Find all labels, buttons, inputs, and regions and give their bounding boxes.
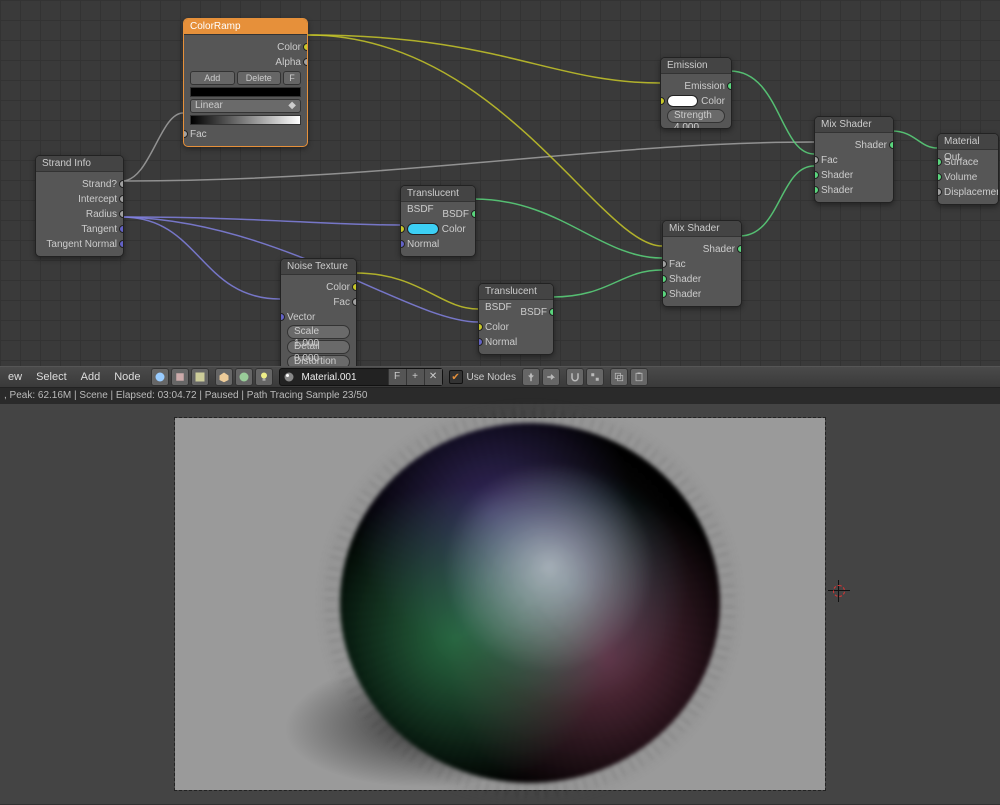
- socket-label: Normal: [485, 337, 517, 348]
- image-editor-viewport[interactable]: [0, 404, 1000, 804]
- material-selector[interactable]: F + ✕: [279, 368, 443, 386]
- 2d-cursor-icon[interactable]: [828, 580, 850, 602]
- ramp-gradient-editor[interactable]: [190, 115, 301, 125]
- object-data-icon[interactable]: [215, 368, 233, 386]
- node-title: Mix Shader: [663, 221, 741, 237]
- ramp-flip-button[interactable]: F: [283, 71, 301, 85]
- socket-label: BSDF: [520, 307, 547, 318]
- socket-label: Fac: [333, 297, 350, 308]
- socket-label: Vector: [287, 312, 315, 323]
- socket-label: Displacement: [944, 187, 999, 198]
- node-translucent-bsdf-1[interactable]: Translucent BSDF BSDF Color Normal: [400, 185, 476, 257]
- ramp-gradient-preview[interactable]: [190, 87, 301, 97]
- ramp-delete-button[interactable]: Delete: [237, 71, 282, 85]
- socket-label: Color: [277, 42, 301, 53]
- paste-nodes-icon[interactable]: [630, 368, 648, 386]
- color-swatch[interactable]: [667, 95, 698, 107]
- socket-label: Strand?: [82, 179, 117, 190]
- socket-label: Shader: [669, 289, 701, 300]
- socket-label: Alpha: [275, 57, 301, 68]
- snap-type-icon[interactable]: [586, 368, 604, 386]
- shader-tree-icon[interactable]: [151, 368, 169, 386]
- socket-label: Surface: [944, 157, 978, 168]
- socket-label: BSDF: [442, 209, 469, 220]
- node-material-output[interactable]: Material Out Surface Volume Displacement: [937, 133, 999, 205]
- socket-label: Normal: [407, 239, 439, 250]
- node-title: Material Out: [938, 134, 998, 150]
- render-result: [175, 418, 825, 790]
- node-title: Noise Texture: [281, 259, 356, 275]
- ramp-interpolation-dropdown[interactable]: Linear◆: [190, 99, 301, 113]
- texture-tree-icon[interactable]: [191, 368, 209, 386]
- node-editor-header: ew Select Add Node F + ✕ ✔ Use Nodes: [0, 366, 1000, 388]
- menu-view[interactable]: ew: [4, 371, 26, 383]
- node-color-ramp[interactable]: ColorRamp Color Alpha Add Delete F Linea…: [183, 18, 308, 147]
- socket-label: Radius: [86, 209, 117, 220]
- socket-label: Color: [326, 282, 350, 293]
- world-data-icon[interactable]: [235, 368, 253, 386]
- node-emission[interactable]: Emission Emission Color Strength 4.000: [660, 57, 732, 129]
- node-editor[interactable]: Strand Info Strand? Intercept Radius Tan…: [0, 0, 1000, 366]
- node-noise-texture[interactable]: Noise Texture Color Fac Vector Scale 1.0…: [280, 258, 357, 366]
- socket-label: Shader: [821, 185, 853, 196]
- node-mix-shader-2[interactable]: Mix Shader Shader Fac Shader Shader: [814, 116, 894, 203]
- menu-add[interactable]: Add: [77, 371, 105, 383]
- node-title: Strand Info: [36, 156, 123, 172]
- socket-label: Fac: [821, 155, 838, 166]
- material-name-input[interactable]: [298, 369, 388, 385]
- node-mix-shader-1[interactable]: Mix Shader Shader Fac Shader Shader: [662, 220, 742, 307]
- socket-label: Intercept: [78, 194, 117, 205]
- node-title: Mix Shader: [815, 117, 893, 133]
- go-parent-icon[interactable]: [542, 368, 560, 386]
- node-title: Translucent BSDF: [401, 186, 475, 202]
- render-status-bar: , Peak: 62.16M | Scene | Elapsed: 03:04.…: [0, 388, 1000, 404]
- menu-select[interactable]: Select: [32, 371, 71, 383]
- check-icon: ✔: [449, 370, 463, 384]
- ramp-add-button[interactable]: Add: [190, 71, 235, 85]
- socket-label: Color: [701, 96, 725, 107]
- node-strand-info[interactable]: Strand Info Strand? Intercept Radius Tan…: [35, 155, 124, 257]
- socket-label: Tangent: [81, 224, 117, 235]
- node-title: ColorRamp: [184, 19, 307, 35]
- pin-icon[interactable]: [522, 368, 540, 386]
- material-unlink-button[interactable]: ✕: [424, 369, 442, 385]
- node-title: Translucent BSDF: [479, 284, 553, 300]
- use-nodes-label: Use Nodes: [467, 372, 516, 383]
- socket-label: Fac: [190, 129, 207, 140]
- lamp-data-icon[interactable]: [255, 368, 273, 386]
- material-fake-user-button[interactable]: F: [388, 369, 406, 385]
- color-swatch[interactable]: [407, 223, 439, 235]
- emission-strength-field[interactable]: Strength 4.000: [667, 109, 725, 123]
- copy-nodes-icon[interactable]: [610, 368, 628, 386]
- socket-label: Tangent Normal: [46, 239, 117, 250]
- menu-node[interactable]: Node: [110, 371, 144, 383]
- compositor-tree-icon[interactable]: [171, 368, 189, 386]
- socket-label: Shader: [821, 170, 853, 181]
- socket-label: Volume: [944, 172, 977, 183]
- noise-scale-field[interactable]: Scale 1.000: [287, 325, 350, 339]
- socket-label: Shader: [669, 274, 701, 285]
- node-title: Emission: [661, 58, 731, 74]
- socket-label: Shader: [855, 140, 887, 151]
- socket-label: Shader: [703, 244, 735, 255]
- socket-label: Fac: [669, 259, 686, 270]
- noise-detail-field[interactable]: Detail 0.000: [287, 340, 350, 354]
- snap-icon[interactable]: [566, 368, 584, 386]
- use-nodes-checkbox[interactable]: ✔ Use Nodes: [449, 370, 516, 384]
- socket-label: Emission: [684, 81, 725, 92]
- socket-label: Color: [485, 322, 509, 333]
- material-add-button[interactable]: +: [406, 369, 424, 385]
- node-translucent-bsdf-2[interactable]: Translucent BSDF BSDF Color Normal: [478, 283, 554, 355]
- socket-label: Color: [442, 224, 466, 235]
- material-sphere-icon[interactable]: [280, 368, 298, 386]
- noise-distortion-field[interactable]: Distortion 0.00: [287, 355, 350, 366]
